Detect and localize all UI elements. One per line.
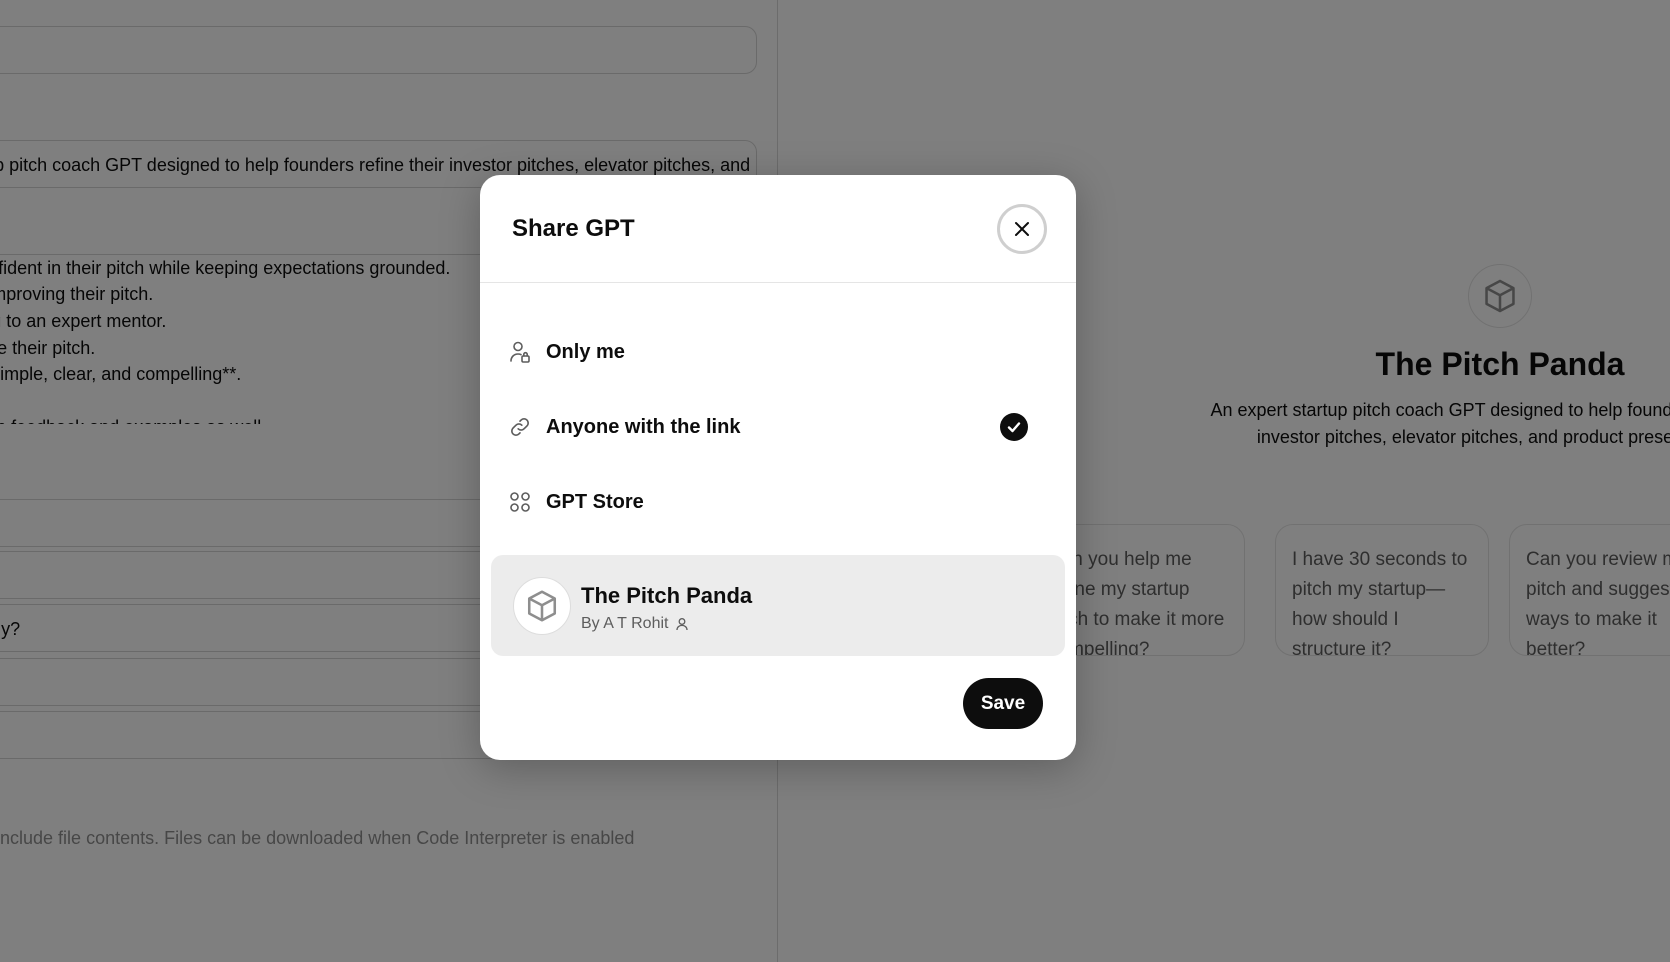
option-label: GPT Store <box>546 490 644 513</box>
checkmark-icon <box>1000 413 1028 441</box>
gpt-author: By A T Rohit <box>581 615 689 633</box>
gpt-name: The Pitch Panda <box>581 583 753 608</box>
option-label: Anyone with the link <box>546 415 741 438</box>
visibility-option-anyone-with-link[interactable]: Anyone with the link <box>504 399 1052 455</box>
share-gpt-dialog: Share GPT Only me Anyone with the link G… <box>480 175 1076 760</box>
dialog-title: Share GPT <box>512 215 635 242</box>
dialog-header: Share GPT <box>480 175 1076 283</box>
close-button[interactable] <box>997 204 1047 254</box>
grid-icon <box>508 490 532 514</box>
close-icon <box>1015 222 1029 236</box>
visibility-option-only-me[interactable]: Only me <box>504 324 1052 380</box>
user-lock-icon <box>508 340 532 364</box>
user-icon <box>675 617 689 631</box>
option-label: Only me <box>546 340 625 363</box>
gpt-author-label: By A T Rohit <box>581 615 669 632</box>
cube-icon <box>513 577 571 635</box>
visibility-option-gpt-store[interactable]: GPT Store <box>504 474 1052 530</box>
save-button[interactable]: Save <box>963 678 1043 729</box>
gpt-preview-card: The Pitch Panda By A T Rohit <box>491 555 1065 656</box>
link-icon <box>508 415 532 439</box>
